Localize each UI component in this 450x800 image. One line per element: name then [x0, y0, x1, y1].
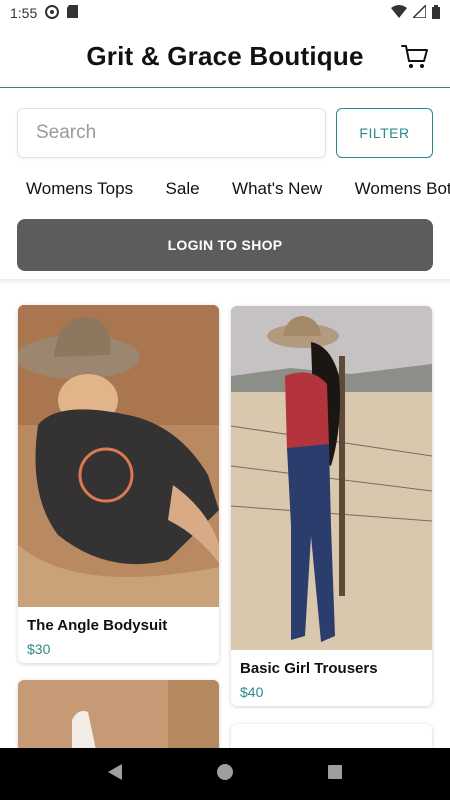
divider: [0, 279, 450, 285]
category-nav: Womens Tops Sale What's New Womens Botto…: [0, 172, 450, 206]
search-input[interactable]: [17, 108, 326, 158]
sync-icon: [45, 4, 60, 22]
category-womens-tops[interactable]: Womens Tops: [26, 172, 133, 206]
search-row: FILTER: [17, 108, 433, 160]
page-title: Grit & Grace Boutique: [86, 41, 364, 71]
product-name: Basic Girl Trousers: [240, 660, 378, 677]
system-nav-bar: [0, 748, 450, 800]
cart-button[interactable]: [400, 42, 430, 72]
sd-card-icon: [67, 5, 79, 21]
category-sale[interactable]: Sale: [166, 172, 200, 206]
battery-icon: [432, 4, 440, 22]
home-icon[interactable]: [216, 763, 234, 786]
product-image: [18, 305, 219, 607]
product-price: $30: [27, 641, 51, 657]
app-header: Grit & Grace Boutique: [0, 26, 450, 88]
category-womens-bottoms[interactable]: Womens Bottoms: [355, 172, 450, 206]
product-name: The Angle Bodysuit: [27, 617, 168, 634]
product-card[interactable]: Basic Girl Trousers $40: [231, 306, 432, 706]
category-whats-new[interactable]: What's New: [232, 172, 322, 206]
back-icon[interactable]: [107, 763, 123, 786]
signal-icon: [411, 3, 427, 21]
product-card[interactable]: The Angle Bodysuit $30: [18, 305, 219, 663]
status-time: 1:55: [10, 5, 38, 21]
filter-button[interactable]: FILTER: [336, 108, 433, 158]
product-image: [231, 306, 432, 650]
recents-icon[interactable]: [327, 764, 343, 785]
status-bar: 1:55: [0, 0, 450, 26]
cart-icon: [401, 45, 428, 68]
product-price: $40: [240, 684, 264, 700]
wifi-icon: [391, 5, 407, 21]
login-to-shop-button[interactable]: LOGIN TO SHOP: [17, 219, 433, 271]
